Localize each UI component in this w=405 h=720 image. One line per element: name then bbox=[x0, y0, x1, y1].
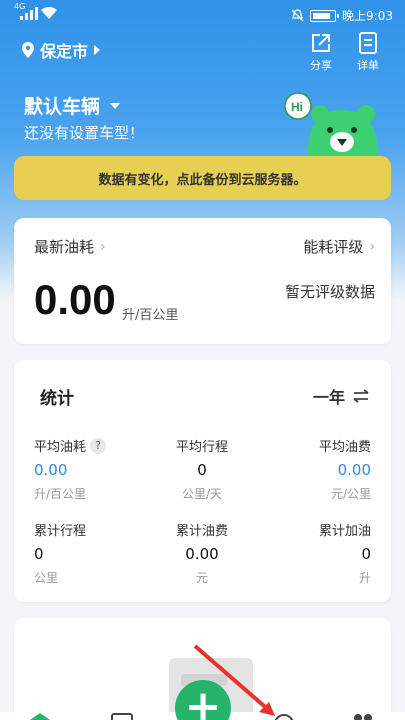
stat-unit: 公里/天 bbox=[181, 487, 223, 501]
stat-label: 累计加油 bbox=[318, 524, 371, 539]
stat-value: 0.00 bbox=[185, 545, 219, 563]
latest-consumption-value: 0.00 bbox=[34, 276, 116, 323]
stat-label: 累计行程 bbox=[34, 524, 87, 539]
detail-label: 详单 bbox=[357, 59, 379, 72]
caret-down-icon bbox=[110, 102, 121, 109]
help-icon[interactable]: ? bbox=[90, 437, 107, 454]
tab-records-icon[interactable] bbox=[111, 713, 133, 720]
latest-consumption-unit: 升/百公里 bbox=[122, 308, 179, 323]
tab-profile-icon[interactable] bbox=[352, 713, 374, 720]
latest-consumption-link[interactable]: 最新油耗 › bbox=[34, 236, 106, 257]
stat-value: 0 bbox=[34, 545, 44, 563]
signal-icon bbox=[20, 7, 38, 20]
clock: 晚上9:03 bbox=[342, 9, 393, 23]
vehicle-model-hint[interactable]: 还没有设置车型！ bbox=[24, 122, 144, 143]
status-bar: 4G 晚上9:03 bbox=[0, 0, 405, 30]
caret-right-icon bbox=[94, 45, 101, 55]
energy-rating-label: 能耗评级 bbox=[303, 238, 364, 256]
share-label: 分享 bbox=[310, 59, 332, 72]
city-selector[interactable]: 保定市 bbox=[22, 38, 101, 62]
stat-unit: 元 bbox=[195, 571, 208, 585]
vehicle-name: 默认车辆 bbox=[24, 96, 101, 118]
stat-label: 平均油耗 bbox=[34, 440, 87, 455]
detail-button[interactable]: 详单 bbox=[348, 32, 388, 73]
latest-consumption-label: 最新油耗 bbox=[34, 238, 95, 256]
stat-unit: 升 bbox=[358, 571, 371, 585]
backup-notice[interactable]: 数据有变化，点此备份到云服务器。 bbox=[14, 156, 391, 200]
stat-value: 0.00 bbox=[337, 461, 371, 479]
stat-label: 平均行程 bbox=[175, 440, 228, 455]
mute-icon bbox=[291, 9, 304, 22]
stat-label: 累计油费 bbox=[175, 524, 228, 539]
period-label: 一年 bbox=[312, 388, 345, 407]
stat-total-distance: 累计行程 0 公里 bbox=[34, 520, 154, 586]
stat-avg-trip: 平均行程 0 公里/天 bbox=[142, 436, 262, 502]
chevron-right-icon: › bbox=[100, 238, 106, 255]
list-icon bbox=[359, 32, 377, 54]
chevron-right-icon: › bbox=[369, 238, 375, 255]
stat-label: 平均油费 bbox=[318, 440, 371, 455]
period-toggle[interactable]: 一年 bbox=[313, 384, 369, 408]
statistics-card: 统计 一年 平均油耗? 0.00 升/百公里 平均行程 0 公里/天 平均油费 … bbox=[14, 360, 391, 602]
energy-rating-value: 暂无评级数据 bbox=[284, 283, 375, 301]
stat-unit: 升/百公里 bbox=[34, 487, 87, 501]
energy-rating-link[interactable]: 能耗评级 › bbox=[303, 236, 375, 257]
stat-unit: 公里 bbox=[34, 571, 59, 585]
stat-unit: 元/公里 bbox=[330, 487, 371, 501]
mascot-bubble-text: Hi bbox=[291, 100, 303, 114]
swap-icon bbox=[353, 389, 369, 403]
location-pin-icon bbox=[22, 42, 34, 58]
vehicle-selector[interactable]: 默认车辆 bbox=[24, 92, 121, 119]
stat-avg-fuel-cost: 平均油费 0.00 元/公里 bbox=[251, 436, 371, 502]
tab-home-icon[interactable] bbox=[30, 713, 50, 720]
share-icon bbox=[312, 34, 330, 52]
stat-value: 0.00 bbox=[34, 461, 68, 479]
consumption-card: 最新油耗 › 能耗评级 › 0.00 升/百公里 暂无评级数据 bbox=[14, 218, 391, 344]
wifi-icon bbox=[41, 6, 57, 19]
stat-avg-consumption: 平均油耗? 0.00 升/百公里 bbox=[34, 436, 154, 502]
stat-total-refuel: 累计加油 0 升 bbox=[251, 520, 371, 586]
city-name: 保定市 bbox=[40, 42, 89, 61]
share-button[interactable]: 分享 bbox=[301, 32, 341, 73]
battery-icon bbox=[310, 9, 340, 22]
stat-total-fuel-cost: 累计油费 0.00 元 bbox=[142, 520, 262, 586]
statistics-title: 统计 bbox=[40, 389, 74, 409]
stat-value: 0 bbox=[197, 461, 207, 479]
bear-mascot-icon: Hi bbox=[284, 92, 379, 160]
stat-value: 0 bbox=[361, 545, 371, 563]
